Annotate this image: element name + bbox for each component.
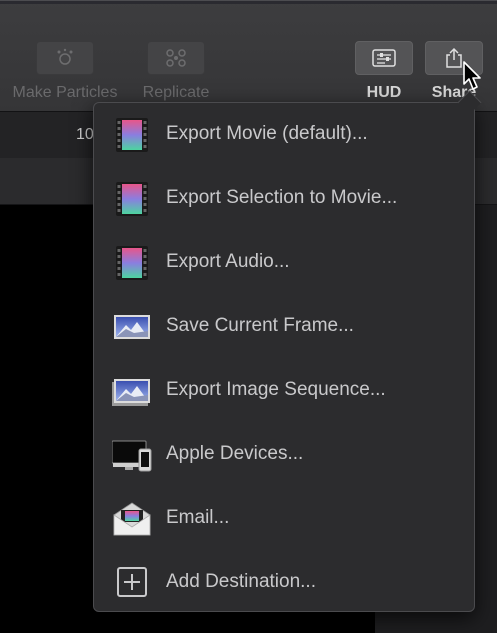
stacked-images-icon <box>112 373 152 409</box>
menu-item-add-destination[interactable]: Add Destination... <box>94 551 474 615</box>
menu-item-export-audio[interactable]: Export Audio... <box>94 231 474 295</box>
menu-item-save-current-frame[interactable]: Save Current Frame... <box>94 295 474 359</box>
replicate-icon-box <box>147 41 205 75</box>
replicate-icon <box>166 49 186 67</box>
hud-icon <box>372 49 396 67</box>
motion-app-window: Make Particles Replicate HUD Share 10 Ex… <box>0 0 497 633</box>
menu-item-label: Save Current Frame... <box>166 315 354 336</box>
hud-icon-box <box>355 41 413 75</box>
menu-item-export-selection[interactable]: Export Selection to Movie... <box>94 167 474 231</box>
filmstrip-icon <box>112 117 152 153</box>
share-popup-menu: Export Movie (default)... Export Selecti… <box>93 90 482 615</box>
mountain-image-icon <box>112 309 152 345</box>
toolbar: Make Particles Replicate HUD Share <box>0 0 497 112</box>
menu-item-email[interactable]: Email... <box>94 487 474 551</box>
make-particles-icon-box <box>36 41 94 75</box>
mouse-pointer-icon <box>462 60 484 97</box>
plus-box-icon <box>112 565 152 601</box>
particles-icon <box>57 48 73 65</box>
make-particles-button[interactable]: Make Particles <box>6 41 124 102</box>
hud-button[interactable]: HUD <box>355 41 413 102</box>
menu-item-apple-devices[interactable]: Apple Devices... <box>94 423 474 487</box>
menu-item-export-movie[interactable]: Export Movie (default)... <box>94 103 474 167</box>
hud-label: HUD <box>366 84 402 101</box>
filmstrip-icon <box>112 245 152 281</box>
menu-item-label: Email... <box>166 507 230 528</box>
share-icon <box>446 47 462 68</box>
menu-item-export-image-sequence[interactable]: Export Image Sequence... <box>94 359 474 423</box>
replicate-button[interactable]: Replicate <box>130 41 222 102</box>
menu-item-label: Export Movie (default)... <box>166 123 368 144</box>
menu-item-label: Export Audio... <box>166 251 290 272</box>
menu-item-label: Export Selection to Movie... <box>166 187 398 208</box>
replicate-label: Replicate <box>142 84 210 101</box>
menu-item-label: Add Destination... <box>166 571 316 592</box>
toolbar-top-edge <box>0 1 497 4</box>
apple-devices-icon <box>111 437 152 473</box>
menu-item-label: Export Image Sequence... <box>166 379 386 400</box>
ruler-frame-number: 10 <box>76 126 94 143</box>
menu-item-label: Apple Devices... <box>166 443 304 464</box>
envelope-icon <box>112 501 152 537</box>
make-particles-label: Make Particles <box>12 84 118 101</box>
filmstrip-icon <box>112 181 152 217</box>
